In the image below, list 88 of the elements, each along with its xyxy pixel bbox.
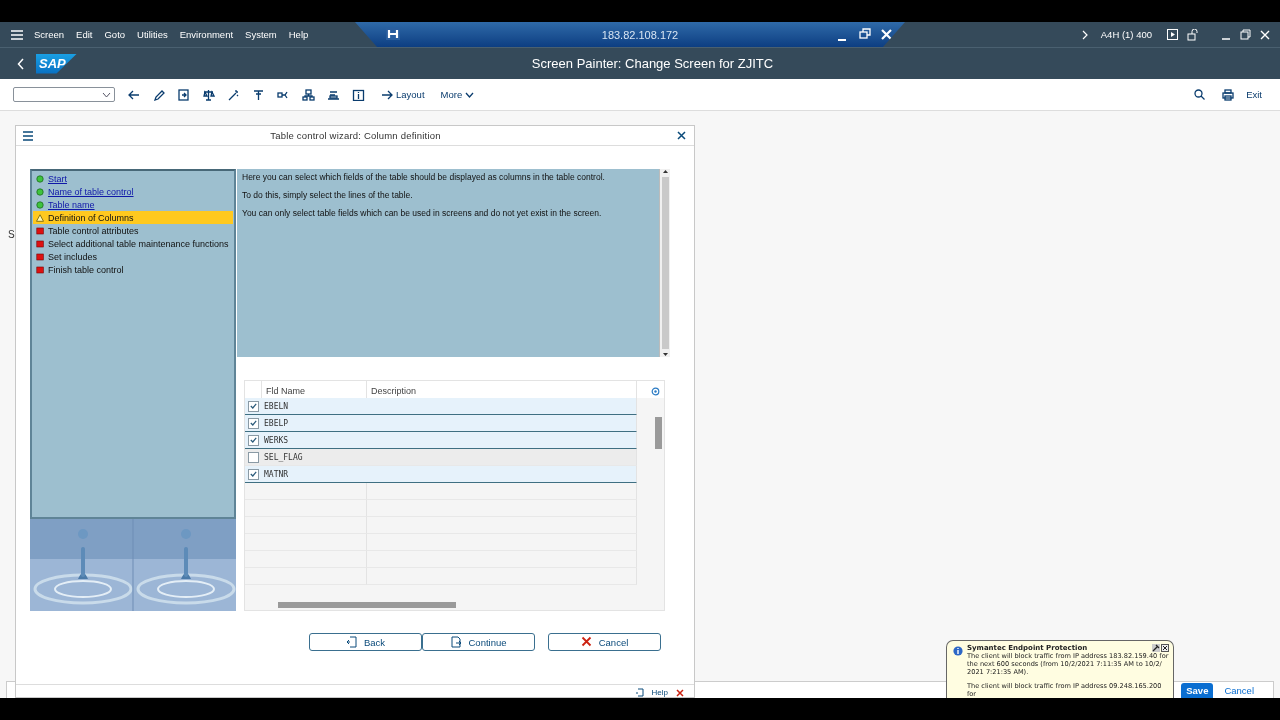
wizard-step[interactable]: Table name <box>33 198 233 211</box>
command-field[interactable] <box>13 87 115 102</box>
cancel-button[interactable]: Cancel <box>548 633 661 651</box>
cancel-icon <box>580 636 593 648</box>
back-icon[interactable] <box>17 57 25 70</box>
help-button[interactable]: Help <box>651 688 668 697</box>
document-arrow-icon <box>450 636 463 648</box>
scroll-up-icon[interactable] <box>661 169 669 174</box>
document-arrow-icon <box>345 636 358 648</box>
chevron-down-icon <box>465 91 475 98</box>
save-button[interactable]: Save <box>1181 683 1214 698</box>
table-cell: SEL_FLAG <box>262 449 367 466</box>
restore-icon[interactable] <box>859 28 871 39</box>
scales-icon[interactable] <box>202 88 215 101</box>
wizard-step[interactable]: Select additional table maintenance functions <box>33 237 233 250</box>
stack-icon[interactable] <box>327 88 340 101</box>
status-dot-icon <box>36 187 44 196</box>
wizard-step[interactable]: Definition of Columns <box>33 211 233 224</box>
exit-button[interactable]: Exit <box>1244 87 1264 102</box>
system-session: A4H (1) 400 <box>1100 29 1152 40</box>
menu-item[interactable]: Environment <box>173 29 240 40</box>
connection-icon <box>386 28 400 40</box>
cancel-button[interactable]: Cancel <box>1219 683 1259 698</box>
scrollbar[interactable] <box>278 602 456 608</box>
wizard-step[interactable]: Name of table control <box>33 185 233 198</box>
stop-square-icon <box>36 239 44 248</box>
cancel-icon[interactable] <box>676 689 684 697</box>
more-button[interactable]: More <box>438 87 477 102</box>
search-icon[interactable] <box>1194 89 1206 100</box>
document-icon[interactable] <box>177 88 190 101</box>
info-text: To do this, simply select the lines of the table. <box>242 190 414 200</box>
column-header[interactable]: Description <box>367 381 637 401</box>
info-text: You can only select table fields which can be used in screens and do not yet exist in the screen. <box>242 208 603 218</box>
table-cell: EBELP <box>262 415 367 432</box>
wand-icon[interactable] <box>227 88 240 101</box>
column-header[interactable]: Fld Name <box>262 381 367 401</box>
menu-item[interactable]: Goto <box>98 29 132 40</box>
status-dot-icon <box>36 174 44 183</box>
check-icon <box>250 437 257 443</box>
stop-square-icon <box>36 226 44 235</box>
check-icon <box>250 420 257 426</box>
printer-icon[interactable] <box>1222 88 1235 101</box>
scroll-down-icon[interactable] <box>661 352 669 357</box>
wizard-step[interactable]: Set includes <box>33 250 233 263</box>
info-text: Here you can select which fields of the table should be displayed as columns in the table control. <box>242 172 606 182</box>
screen-label: S <box>8 229 15 240</box>
wrench-icon[interactable] <box>1152 644 1160 652</box>
arrow-right-icon <box>381 89 393 100</box>
info-icon[interactable] <box>352 88 365 101</box>
continue-button[interactable]: Continue <box>422 633 535 651</box>
restore-icon[interactable] <box>1240 29 1251 40</box>
status-dot-icon <box>36 200 44 209</box>
menu-item[interactable]: Screen <box>28 29 71 40</box>
play-icon[interactable] <box>1167 29 1178 40</box>
arrow-left-icon[interactable] <box>127 88 140 101</box>
scrollbar[interactable] <box>659 169 670 357</box>
close-icon[interactable] <box>1161 644 1169 652</box>
table-cell: MATNR <box>262 466 367 483</box>
menu-item[interactable]: System <box>239 29 283 40</box>
menu-item[interactable]: Utilities <box>131 29 174 40</box>
pencil-icon[interactable] <box>152 88 165 101</box>
host-address: 183.82.108.172 <box>601 28 679 41</box>
menu-icon[interactable] <box>22 130 34 141</box>
chevron-down-icon <box>102 91 111 98</box>
layout-button[interactable]: Layout <box>379 87 427 102</box>
sap-logo: SAP <box>36 53 77 74</box>
screen-title: Screen Painter: Change Screen for ZJITC <box>531 56 774 71</box>
warning-triangle-icon <box>36 213 44 222</box>
menu-item[interactable]: Edit <box>70 29 99 40</box>
menu-item[interactable]: Help <box>282 29 315 40</box>
wizard-step[interactable]: Start <box>33 172 233 185</box>
table-cell: EBELN <box>262 398 367 415</box>
wizard-step[interactable]: Table control attributes <box>33 224 233 237</box>
check-icon <box>250 471 257 477</box>
document-arrow-icon[interactable] <box>634 688 644 697</box>
info-icon <box>953 646 963 656</box>
chevron-right-icon[interactable] <box>1081 29 1088 40</box>
hierarchy-icon[interactable] <box>302 88 315 101</box>
stop-square-icon <box>36 265 44 274</box>
check-icon <box>250 403 257 409</box>
settings-icon[interactable] <box>651 386 660 396</box>
close-icon[interactable] <box>677 131 686 140</box>
unlocked-icon[interactable] <box>1187 28 1198 41</box>
table-cell: WERKS <box>262 432 367 449</box>
stop-square-icon <box>36 252 44 261</box>
dialog-title: Table control wizard: Column definition <box>270 130 441 141</box>
back-button[interactable]: Back <box>309 633 422 651</box>
wizard-step[interactable]: Finish table control <box>33 263 233 276</box>
